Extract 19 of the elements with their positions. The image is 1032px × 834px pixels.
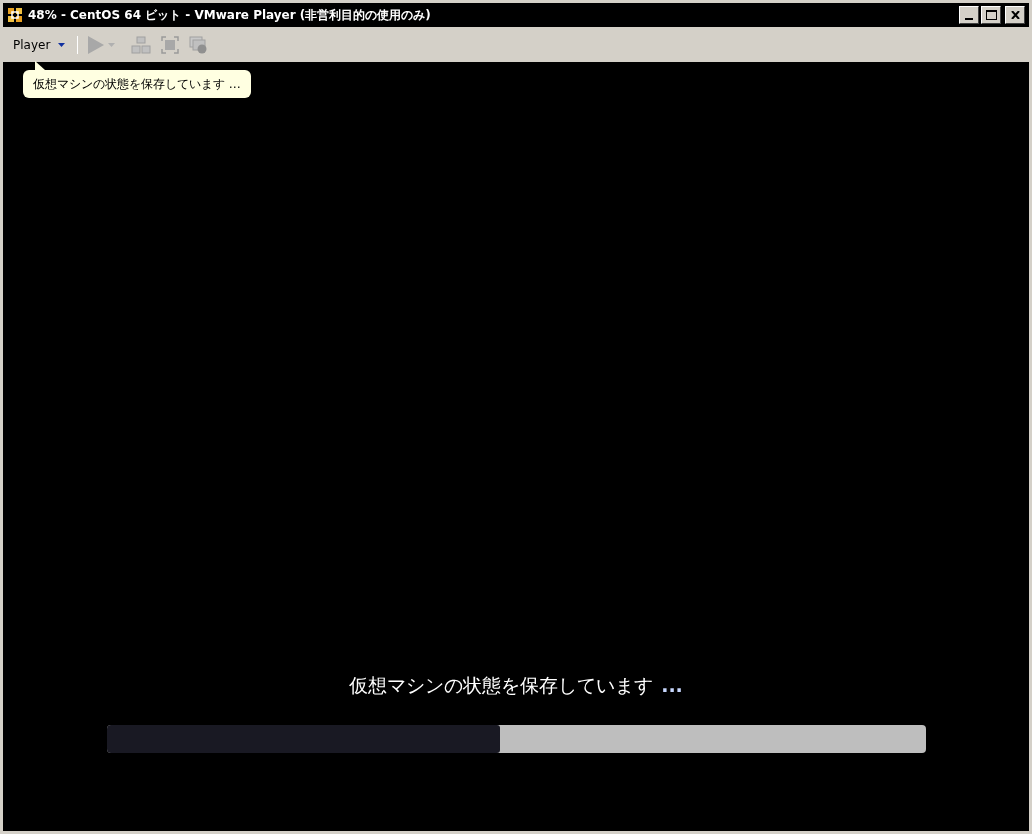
play-button[interactable] [88,35,116,54]
maximize-button[interactable] [981,6,1001,24]
minimize-icon [965,18,973,20]
status-message: 仮想マシンの状態を保存しています [349,672,654,698]
caret-icon [108,42,116,47]
tooltip-text: 仮想マシンの状態を保存しています … [33,76,241,93]
app-logo-icon [7,7,23,23]
player-menu-button[interactable]: Player [11,35,68,54]
fullscreen-icon[interactable] [161,35,180,54]
minimize-button[interactable] [959,6,979,24]
maximize-icon [985,10,997,20]
caret-icon [58,42,66,47]
close-button[interactable] [1005,6,1025,24]
window-info-icon[interactable] [189,35,208,54]
close-icon [1010,11,1020,19]
window-title: 48% - CentOS 64 ビット - VMware Player (非営利目的の使用のみ) [28,7,431,24]
ellipsis: ... [661,672,683,698]
play-icon [88,35,105,54]
network-icon[interactable] [131,35,152,54]
